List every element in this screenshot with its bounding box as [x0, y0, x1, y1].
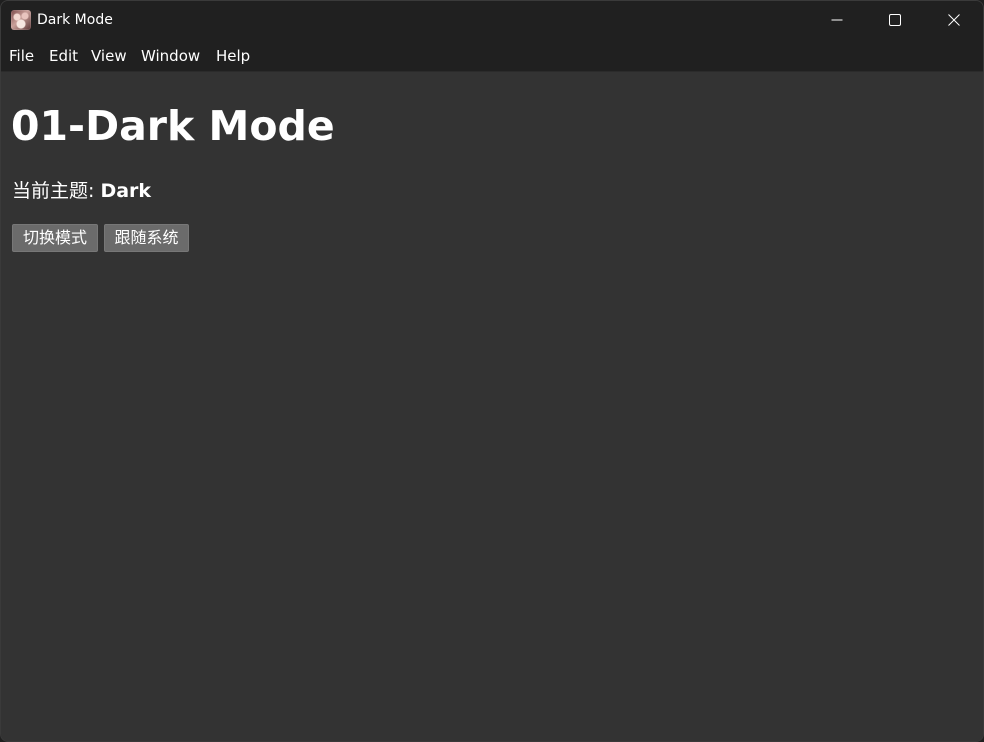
title-bar[interactable]: Dark Mode — [1, 1, 983, 39]
window-title: Dark Mode — [37, 12, 113, 28]
toggle-mode-button[interactable]: 切换模式 — [12, 224, 98, 252]
menu-bar: File Edit View Window Help — [1, 39, 983, 72]
app-window: Dark Mode File Edit View Window Help 01-… — [0, 0, 984, 742]
menu-help[interactable]: Help — [216, 47, 250, 65]
main-content: 01-Dark Mode 当前主题: Dark 切换模式 跟随系统 — [1, 72, 983, 741]
page-title: 01-Dark Mode — [11, 102, 335, 150]
menu-view[interactable]: View — [91, 47, 127, 65]
maximize-icon — [889, 14, 901, 26]
menu-edit[interactable]: Edit — [49, 47, 78, 65]
close-icon — [948, 14, 960, 26]
menu-file[interactable]: File — [9, 47, 34, 65]
minimize-button[interactable] — [808, 1, 866, 39]
minimize-icon — [831, 19, 843, 21]
follow-system-button[interactable]: 跟随系统 — [104, 224, 189, 252]
theme-status: 当前主题: Dark — [12, 179, 151, 203]
theme-value: Dark — [100, 180, 152, 202]
theme-label: 当前主题: — [12, 180, 101, 202]
app-icon — [11, 10, 31, 30]
maximize-button[interactable] — [866, 1, 924, 39]
menu-window[interactable]: Window — [141, 47, 200, 65]
close-button[interactable] — [925, 1, 983, 39]
